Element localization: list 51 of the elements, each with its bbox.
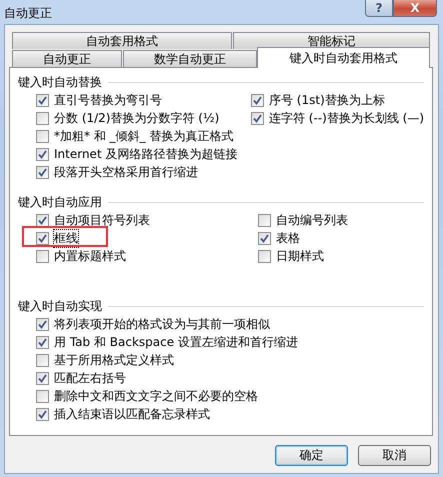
checkbox[interactable] — [36, 318, 49, 330]
window-title: 自动更正 — [4, 5, 52, 22]
checkbox[interactable] — [36, 390, 49, 402]
checkbox-label[interactable]: 自动项目符号列表 — [54, 212, 150, 228]
group-title: 键入时自动应用 — [18, 194, 102, 210]
checkbox-label[interactable]: *加粗* 和 _倾斜_ 替换为真正格式 — [54, 128, 234, 144]
checkbox[interactable] — [36, 112, 49, 124]
checkbox[interactable] — [250, 94, 264, 106]
checkbox-label[interactable]: 用 Tab 和 Backspace 设置左缩进和首行缩进 — [54, 334, 298, 350]
checkbox[interactable] — [36, 250, 49, 262]
checkbox[interactable] — [258, 250, 271, 262]
checkbox-label[interactable]: 匹配左右括号 — [54, 370, 126, 386]
tab[interactable]: 智能标记 — [232, 32, 430, 49]
group-title: 键入时自动替换 — [18, 74, 102, 90]
checkbox[interactable] — [258, 214, 271, 226]
checkbox[interactable] — [36, 408, 49, 420]
checkbox[interactable] — [258, 232, 271, 244]
checkbox-label[interactable]: 直引号替换为弯引号 — [54, 92, 162, 108]
checkbox-label[interactable]: 基于所用格式定义样式 — [54, 352, 174, 368]
cancel-button[interactable]: 取消 — [358, 445, 431, 466]
checkbox[interactable] — [36, 354, 49, 366]
checkbox-label[interactable]: 分数 (1/2)替换为分数字符 (½) — [54, 110, 220, 126]
help-button[interactable]: ? — [365, 0, 393, 17]
checkbox-label[interactable]: 表格 — [276, 230, 300, 246]
checkbox-label[interactable]: 将列表项开始的格式设为与其前一项相似 — [54, 316, 270, 332]
ok-button[interactable]: 确定 — [275, 445, 348, 466]
checkbox-label[interactable]: 段落开头空格采用首行缩进 — [54, 164, 198, 180]
checkbox-label[interactable]: 内置标题样式 — [54, 248, 126, 264]
tab[interactable]: 自动更正 — [12, 50, 122, 67]
checkbox-label[interactable]: Internet 及网络路径替换为超链接 — [54, 146, 238, 162]
close-button[interactable]: X — [393, 0, 437, 17]
checkbox[interactable] — [36, 130, 49, 142]
checkbox-label[interactable]: 日期样式 — [276, 248, 324, 264]
checkbox[interactable] — [36, 372, 49, 384]
checkbox[interactable] — [36, 336, 49, 348]
checkbox[interactable] — [36, 148, 49, 160]
checkbox-label[interactable]: 序号 (1st)替换为上标 — [268, 92, 385, 108]
checkbox-label[interactable]: 框线 — [54, 230, 78, 246]
tab[interactable]: 自动套用格式 — [12, 32, 232, 49]
checkbox[interactable] — [36, 214, 49, 226]
checkbox-label[interactable]: 自动编号列表 — [276, 212, 348, 228]
group-title: 键入时自动实现 — [18, 298, 102, 314]
checkbox-label[interactable]: 连字符 (--)替换为长划线 (—) — [268, 110, 424, 126]
tab[interactable]: 数学自动更正 — [123, 50, 258, 67]
checkbox[interactable] — [250, 112, 264, 124]
checkbox[interactable] — [36, 166, 49, 178]
checkbox-label[interactable]: 删除中文和西文文字之间不必要的空格 — [54, 388, 258, 404]
checkbox[interactable] — [36, 94, 49, 106]
tab[interactable]: 键入时自动套用格式 — [257, 47, 430, 68]
checkbox-label[interactable]: 插入结束语以匹配备忘录样式 — [54, 406, 210, 422]
checkbox[interactable] — [36, 232, 49, 244]
